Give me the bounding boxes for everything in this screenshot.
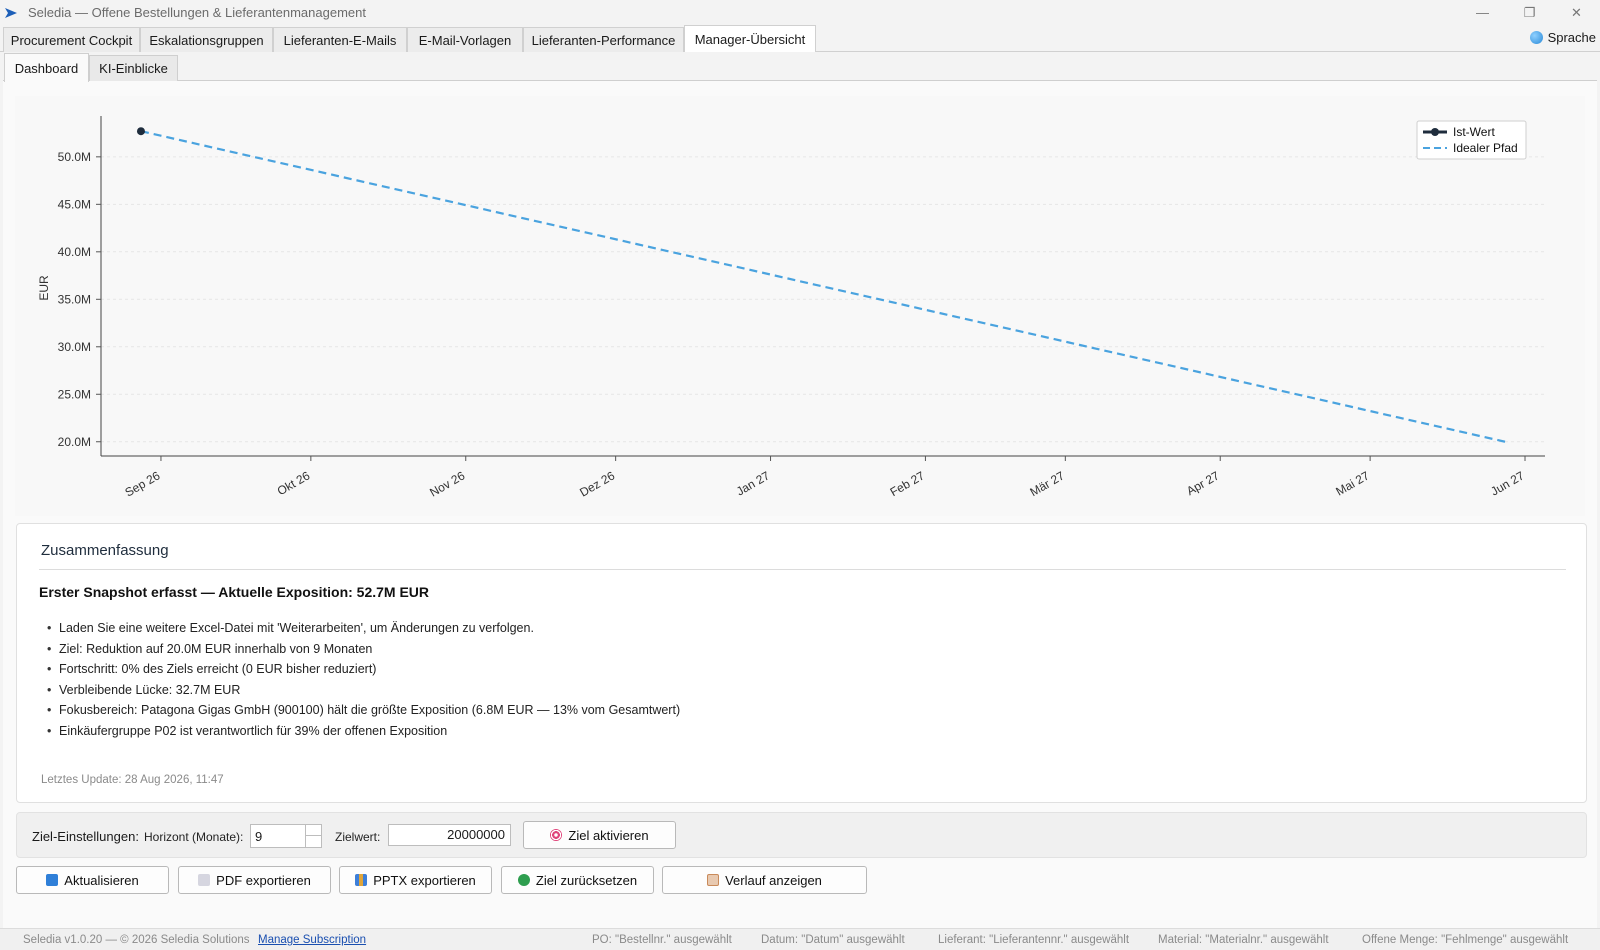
summary-title: Zusammenfassung — [41, 542, 169, 559]
x-tick-label: Jun 27 — [1488, 468, 1526, 498]
action-bar: Aktualisieren PDF exportieren PPTX expor… — [16, 866, 1587, 898]
activate-goal-button[interactable]: Ziel aktivieren — [523, 821, 676, 849]
y-tick-label: 20.0M — [58, 435, 91, 449]
x-tick-label: Dez 26 — [577, 468, 617, 499]
summary-bullet: Ziel: Reduktion auf 20.0M EUR innerhalb … — [47, 639, 680, 660]
target-label: Zielwert: — [335, 830, 381, 844]
legend-ist-wert-marker — [1431, 128, 1439, 136]
close-button[interactable]: ✕ — [1553, 0, 1600, 25]
status-supplier: Lieferant: "Lieferantennr." ausgewählt — [938, 934, 1130, 946]
show-history-label: Verlauf anzeigen — [725, 872, 822, 888]
window-title: Seledia — Offene Bestellungen & Lieferan… — [28, 5, 366, 20]
tab-eskalationsgruppen[interactable]: Eskalationsgruppen — [140, 27, 273, 52]
status-material: Material: "Materialnr." ausgewählt — [1158, 934, 1329, 946]
refresh-icon — [46, 874, 59, 886]
tab-email-vorlagen[interactable]: E-Mail-Vorlagen — [407, 27, 523, 52]
x-tick-label: Okt 26 — [275, 468, 313, 498]
x-tick-label: Feb 27 — [888, 468, 928, 499]
exposure-chart-svg: 20.0M 25.0M 30.0M 35.0M 40.0M 45.0M 50.0M Sep … — [37, 116, 1545, 500]
language-label: Sprache — [1547, 30, 1596, 45]
minimize-button[interactable]: — — [1459, 0, 1506, 25]
app-logo-icon — [4, 4, 22, 22]
language-button[interactable]: Sprache — [1529, 30, 1596, 45]
reset-goal-label: Ziel zurücksetzen — [535, 872, 638, 888]
export-pdf-label: PDF exportieren — [216, 872, 311, 888]
x-tick-label: Sep 26 — [123, 468, 163, 499]
goal-settings-label: Ziel-Einstellungen: — [32, 829, 139, 844]
main-tab-bar: Procurement Cockpit Eskalationsgruppen L… — [0, 25, 1600, 52]
pptx-chart-icon — [355, 874, 368, 886]
series-ist-wert-point — [136, 127, 145, 136]
summary-bullets: Laden Sie eine weitere Excel-Datei mit '… — [47, 618, 680, 741]
pdf-icon — [198, 874, 211, 886]
manager-overview-panel: Dashboard KI-Einblicke 20.0M 25.0M 30.0M 35… — [3, 52, 1597, 928]
series-idealer-pfad-line — [140, 130, 1506, 443]
tab-lieferanten-performance[interactable]: Lieferanten-Performance — [523, 27, 684, 52]
activate-goal-label: Ziel aktivieren — [568, 827, 649, 843]
status-open-qty: Offene Menge: "Fehlmenge" ausgewählt — [1362, 934, 1569, 946]
x-tick-label: Mär 27 — [1027, 468, 1067, 499]
tab-manager-uebersicht[interactable]: Manager-Übersicht — [684, 25, 816, 52]
tab-procurement-cockpit[interactable]: Procurement Cockpit — [3, 27, 140, 52]
recycle-icon — [517, 874, 530, 886]
legend-ist-wert-label: Ist-Wert — [1453, 125, 1495, 139]
y-axis-label: EUR — [37, 275, 51, 301]
horizon-label: Horizont (Monate): — [144, 830, 244, 844]
summary-bullet: Einkäufergruppe P02 ist verantwortlich f… — [47, 721, 680, 742]
chart-legend: Ist-Wert Idealer Pfad — [1416, 120, 1527, 160]
status-date: Datum: "Datum" ausgewählt — [761, 934, 905, 946]
y-tick-label: 40.0M — [58, 245, 91, 259]
summary-bullet: Fortschritt: 0% des Ziels erreicht (0 EU… — [47, 659, 680, 680]
last-update-text: Letztes Update: 28 Aug 2026, 11:47 — [41, 774, 224, 786]
sub-tab-bar: Dashboard KI-Einblicke — [3, 52, 1597, 82]
horizon-spinbox[interactable]: 9 — [250, 824, 322, 848]
version-text: Seledia v1.0.20 — © 2026 Seledia Solutio… — [23, 934, 250, 946]
summary-divider — [39, 569, 1566, 570]
title-bar: Seledia — Offene Bestellungen & Lieferan… — [0, 0, 1600, 25]
target-value-input[interactable]: 20000000 — [388, 824, 511, 846]
tab-dashboard[interactable]: Dashboard — [4, 53, 89, 82]
summary-bullet: Laden Sie eine weitere Excel-Datei mit '… — [47, 618, 680, 639]
tab-lieferanten-emails[interactable]: Lieferanten-E-Mails — [273, 27, 407, 52]
summary-headline: Erster Snapshot erfasst — Aktuelle Expos… — [39, 584, 430, 600]
y-tick-label: 35.0M — [58, 292, 91, 306]
summary-bullet: Verbleibende Lücke: 32.7M EUR — [47, 680, 680, 701]
summary-bullet: Fokusbereich: Patagona Gigas GmbH (90010… — [47, 700, 680, 721]
legend-idealer-pfad-label: Idealer Pfad — [1453, 141, 1518, 155]
tab-ki-einblicke[interactable]: KI-Einblicke — [89, 55, 178, 81]
restore-button[interactable]: ❐ — [1506, 0, 1553, 25]
x-tick-label: Nov 26 — [427, 468, 467, 499]
show-history-button[interactable]: Verlauf anzeigen — [662, 866, 867, 894]
reset-goal-button[interactable]: Ziel zurücksetzen — [501, 866, 654, 894]
y-tick-label: 45.0M — [58, 197, 91, 211]
x-tick-label: Mai 27 — [1333, 468, 1371, 498]
manage-subscription-link[interactable]: Manage Subscription — [258, 934, 366, 946]
horizon-value: 9 — [255, 829, 263, 844]
clipboard-icon — [707, 874, 720, 886]
x-tick-label: Apr 27 — [1184, 468, 1222, 498]
y-tick-label: 50.0M — [58, 150, 91, 164]
refresh-label: Aktualisieren — [64, 872, 139, 888]
y-tick-label: 30.0M — [58, 340, 91, 354]
goal-settings-bar: Ziel-Einstellungen: Horizont (Monate): 9… — [16, 812, 1587, 858]
globe-icon — [1529, 31, 1543, 44]
summary-panel: Zusammenfassung Erster Snapshot erfasst … — [16, 523, 1587, 803]
x-tick-label: Jan 27 — [734, 468, 772, 498]
status-po: PO: "Bestellnr." ausgewählt — [592, 934, 732, 946]
export-pptx-label: PPTX exportieren — [373, 872, 476, 888]
horizon-spin-buttons[interactable] — [305, 825, 321, 847]
export-pdf-button[interactable]: PDF exportieren — [178, 866, 331, 894]
exposure-chart: 20.0M 25.0M 30.0M 35.0M 40.0M 45.0M 50.0M Sep … — [15, 96, 1585, 516]
target-icon — [550, 829, 563, 841]
y-tick-label: 25.0M — [58, 387, 91, 401]
export-pptx-button[interactable]: PPTX exportieren — [339, 866, 492, 894]
refresh-button[interactable]: Aktualisieren — [16, 866, 169, 894]
status-bar: Seledia v1.0.20 — © 2026 Seledia Solutio… — [0, 928, 1600, 950]
